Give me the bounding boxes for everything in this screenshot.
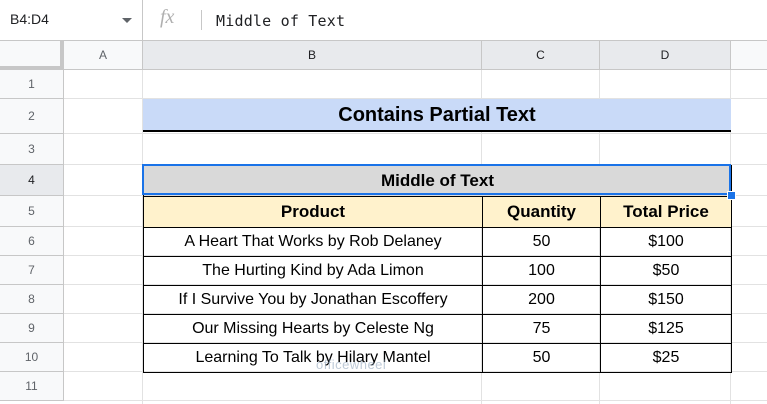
quantity-cell[interactable]: 200	[482, 285, 601, 315]
watermark-logo: officewheel	[316, 357, 387, 372]
fill-handle[interactable]	[727, 191, 736, 200]
header-total-price[interactable]: Total Price	[600, 196, 732, 228]
quantity-cell[interactable]: 100	[482, 256, 601, 286]
name-box-value: B4:D4	[10, 11, 49, 27]
column-header-b[interactable]: B	[143, 41, 482, 70]
chevron-down-icon[interactable]	[122, 18, 132, 23]
table-row: The Hurting Kind by Ada Limon 100 $50	[143, 256, 732, 286]
row-header-8[interactable]: 8	[0, 285, 64, 314]
table-row: Our Missing Hearts by Celeste Ng 75 $125	[143, 314, 732, 344]
column-header-c[interactable]: C	[482, 41, 600, 70]
row-header-10[interactable]: 10	[0, 343, 64, 372]
row-header-3[interactable]: 3	[0, 134, 64, 165]
table-row: A Heart That Works by Rob Delaney 50 $10…	[143, 227, 732, 257]
sheet-title[interactable]: Contains Partial Text	[143, 99, 731, 132]
row-header-11[interactable]: 11	[0, 372, 64, 401]
column-header-a[interactable]: A	[64, 41, 143, 70]
row-header-9[interactable]: 9	[0, 314, 64, 343]
row-header-2[interactable]: 2	[0, 99, 64, 134]
name-box[interactable]: B4:D4	[0, 0, 143, 40]
merged-header-cell[interactable]: Middle of Text	[143, 165, 732, 197]
price-cell[interactable]: $150	[600, 285, 732, 315]
row-header-7[interactable]: 7	[0, 256, 64, 285]
price-cell[interactable]: $100	[600, 227, 732, 257]
row-header-4[interactable]: 4	[0, 165, 64, 196]
fx-icon: fx	[160, 6, 175, 28]
select-all-corner[interactable]	[0, 41, 64, 70]
price-cell[interactable]: $125	[600, 314, 732, 344]
product-cell[interactable]: If I Survive You by Jonathan Escoffery	[143, 285, 483, 315]
table-row: Learning To Talk by Hilary Mantel 50 $25	[143, 343, 732, 373]
column-header-d[interactable]: D	[600, 41, 731, 70]
product-cell[interactable]: The Hurting Kind by Ada Limon	[143, 256, 483, 286]
header-product[interactable]: Product	[143, 196, 483, 228]
column-header-e[interactable]	[731, 41, 767, 70]
row-header-1[interactable]: 1	[0, 70, 64, 99]
table-row: If I Survive You by Jonathan Escoffery 2…	[143, 285, 732, 315]
data-table: Middle of Text Product Quantity Total Pr…	[143, 165, 732, 373]
row-header-6[interactable]: 6	[0, 227, 64, 256]
quantity-cell[interactable]: 75	[482, 314, 601, 344]
formula-divider	[201, 10, 202, 30]
row-header-5[interactable]: 5	[0, 196, 64, 227]
price-cell[interactable]: $50	[600, 256, 732, 286]
quantity-cell[interactable]: 50	[482, 343, 601, 373]
formula-input[interactable]: Middle of Text	[216, 12, 345, 30]
header-quantity[interactable]: Quantity	[482, 196, 601, 228]
price-cell[interactable]: $25	[600, 343, 732, 373]
quantity-cell[interactable]: 50	[482, 227, 601, 257]
product-cell[interactable]: A Heart That Works by Rob Delaney	[143, 227, 483, 257]
product-cell[interactable]: Learning To Talk by Hilary Mantel	[143, 343, 483, 373]
product-cell[interactable]: Our Missing Hearts by Celeste Ng	[143, 314, 483, 344]
formula-bar: B4:D4 fx Middle of Text	[0, 0, 767, 41]
